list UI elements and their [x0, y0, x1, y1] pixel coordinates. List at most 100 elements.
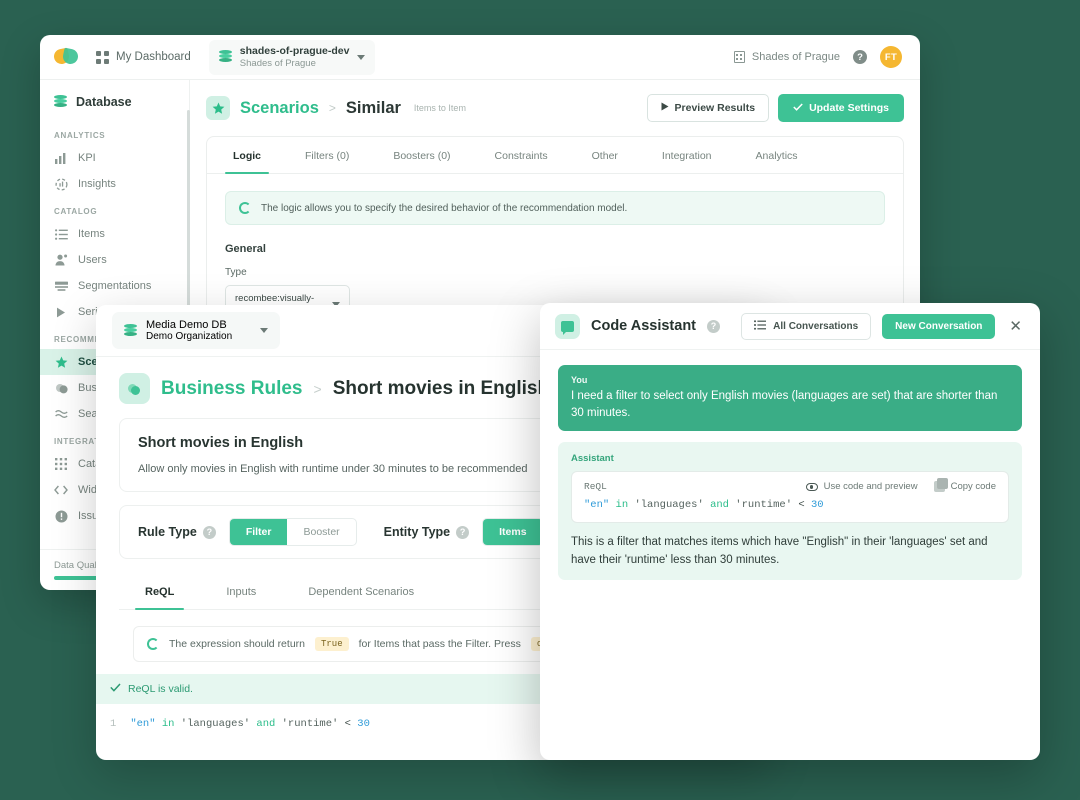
segmentations-icon — [54, 279, 68, 293]
entity-type-option-items[interactable]: Items — [483, 519, 543, 545]
organization-chip[interactable]: Shades of Prague — [733, 51, 840, 63]
token-string: "en" — [584, 499, 610, 512]
type-field-label: Type — [225, 267, 247, 278]
rule-type-option-filter[interactable]: Filter — [229, 519, 288, 545]
sidebar-item-kpi[interactable]: KPI — [40, 145, 189, 171]
rule-type-label: Rule Type ? — [138, 525, 216, 539]
code-block-actions: Use code and preview Copy code — [805, 478, 996, 493]
rules-icon — [119, 373, 150, 404]
preview-results-button[interactable]: Preview Results — [646, 94, 770, 122]
code-assistant-window: Code Assistant ? All Conversations New C… — [540, 303, 1040, 760]
new-conversation-button[interactable]: New Conversation — [882, 313, 996, 339]
all-conversations-button[interactable]: All Conversations — [741, 312, 872, 340]
help-icon[interactable]: ? — [707, 319, 721, 333]
tab-inputs[interactable]: Inputs — [200, 573, 282, 609]
rules-database-selector[interactable]: Media Demo DB Demo Organization — [112, 312, 280, 349]
play-icon — [661, 102, 669, 114]
check-icon — [793, 102, 803, 114]
tab-filters[interactable]: Filters (0) — [283, 137, 371, 173]
sidebar-item-insights[interactable]: Insights — [40, 171, 189, 197]
preview-results-label: Preview Results — [674, 102, 756, 114]
reql-hint-badge-true: True — [315, 637, 349, 651]
app-topbar: My Dashboard shades-of-prague-dev Shades… — [40, 35, 920, 80]
tab-logic[interactable]: Logic — [211, 137, 283, 174]
assistant-explanation: This is a filter that matches items whic… — [571, 536, 988, 566]
list-icon — [54, 227, 68, 241]
token-number: 30 — [357, 718, 370, 730]
message-user: You I need a filter to select only Engli… — [558, 365, 1022, 432]
reql-hint-pre: The expression should return — [169, 638, 305, 650]
chevron-down-icon — [357, 54, 366, 60]
sidebar-item-segmentations[interactable]: Segmentations — [40, 273, 189, 299]
info-banner-text: The logic allows you to specify the desi… — [261, 202, 628, 214]
general-section-title: General — [225, 243, 266, 255]
search-icon — [54, 407, 68, 421]
sidebar-item-items[interactable]: Items — [40, 221, 189, 247]
rules-breadcrumb-parent[interactable]: Business Rules — [161, 378, 303, 400]
alert-icon — [54, 509, 68, 523]
reql-hint-mid: for Items that pass the Filter. Press — [358, 638, 521, 650]
entity-type-segmented-control[interactable]: Items — [482, 518, 544, 546]
all-conversations-label: All Conversations — [773, 320, 859, 332]
tab-other[interactable]: Other — [570, 137, 640, 173]
breadcrumb-parent[interactable]: Scenarios — [240, 99, 319, 118]
assistant-conversation: You I need a filter to select only Engli… — [540, 350, 1040, 595]
breadcrumb-separator: > — [328, 101, 336, 115]
database-selector[interactable]: shades-of-prague-dev Shades of Prague — [208, 39, 376, 75]
assistant-code-line: "en" in 'languages' and 'runtime' < 30 — [584, 499, 996, 511]
code-language-label: ReQL — [584, 481, 607, 493]
copy-code-button[interactable]: Copy code — [933, 478, 996, 493]
star-icon — [206, 96, 230, 120]
avatar[interactable]: FT — [880, 46, 902, 68]
rules-page-title: Short movies in English — [332, 377, 550, 399]
token-identifier: 'languages' — [634, 499, 704, 512]
rules-database-name: Media Demo DB — [146, 319, 227, 331]
help-icon[interactable]: ? — [456, 525, 470, 539]
copy-code-label: Copy code — [950, 481, 996, 493]
info-banner: The logic allows you to specify the desi… — [225, 191, 885, 225]
bar-chart-icon — [54, 151, 68, 165]
tab-reql[interactable]: ReQL — [119, 573, 200, 610]
code-block-header: ReQL Use code and preview Copy code — [584, 478, 996, 493]
token-keyword: and — [256, 718, 276, 730]
tab-integration[interactable]: Integration — [640, 137, 734, 173]
tab-dependent-scenarios[interactable]: Dependent Scenarios — [282, 573, 440, 609]
check-icon — [110, 683, 121, 695]
assistant-header: Code Assistant ? All Conversations New C… — [540, 303, 1040, 350]
rule-type-option-booster[interactable]: Booster — [287, 519, 355, 545]
update-settings-button[interactable]: Update Settings — [778, 94, 904, 122]
sidebar-item-label: Insights — [78, 178, 116, 190]
recombee-logo-icon[interactable] — [52, 46, 80, 68]
tab-analytics[interactable]: Analytics — [734, 137, 820, 173]
help-icon[interactable]: ? — [853, 50, 867, 64]
token-number: 30 — [810, 499, 824, 512]
editor-line-number: 1 — [110, 718, 117, 730]
update-settings-label: Update Settings — [809, 102, 889, 114]
tab-boosters[interactable]: Boosters (0) — [371, 137, 472, 173]
sidebar-section-title: CATALOG — [54, 207, 98, 216]
star-icon — [54, 355, 68, 369]
sidebar-item-users[interactable]: Users — [40, 247, 189, 273]
token-operator: < — [798, 499, 805, 512]
rules-database-org: Demo Organization — [146, 331, 233, 342]
sidebar-item-label: Users — [78, 254, 107, 266]
desktop-background: My Dashboard shades-of-prague-dev Shades… — [0, 0, 1080, 800]
close-icon[interactable]: ✕ — [1006, 317, 1025, 336]
sidebar-item-label: KPI — [78, 152, 96, 164]
sidebar-section-title: ANALYTICS — [54, 131, 106, 140]
sidebar-header: Database — [40, 90, 189, 121]
grid-icon — [54, 457, 68, 471]
building-icon — [733, 51, 745, 63]
rule-type-segmented-control[interactable]: Filter Booster — [228, 518, 357, 546]
my-dashboard-link[interactable]: My Dashboard — [96, 50, 191, 64]
page-title: Similar — [345, 98, 401, 117]
database-org: Shades of Prague — [239, 57, 316, 69]
help-icon[interactable]: ? — [202, 525, 216, 539]
database-icon — [54, 95, 67, 109]
use-code-and-preview-button[interactable]: Use code and preview — [805, 481, 918, 492]
sidebar-item-label: Segmentations — [78, 280, 152, 292]
tab-constraints[interactable]: Constraints — [473, 137, 570, 173]
play-icon — [54, 305, 68, 319]
loading-spinner-icon — [239, 202, 251, 214]
code-icon — [54, 483, 68, 497]
